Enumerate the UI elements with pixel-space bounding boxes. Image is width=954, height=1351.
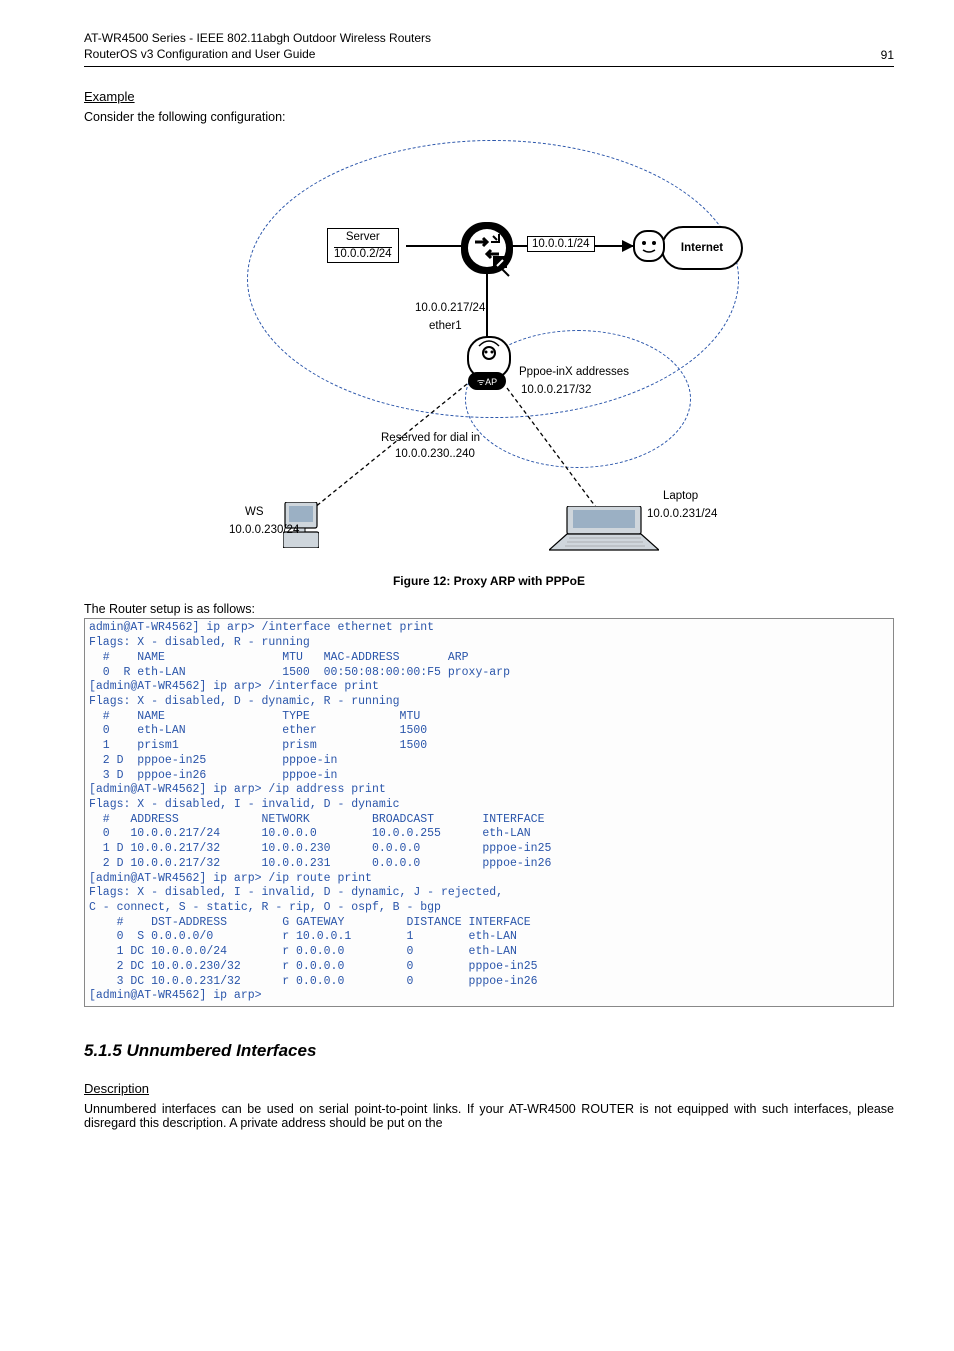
ap-badge: ᯤAP [468,372,506,390]
header-line1: AT-WR4500 Series - IEEE 802.11abgh Outdo… [84,31,431,45]
server-label: Server [346,231,380,243]
reserved-label: Reserved for dial in [381,432,480,444]
trunk-ip: 10.0.0.217/24 [415,302,485,314]
follows-text: The Router setup is as follows: [84,602,894,616]
net-ip-box: 10.0.0.1/24 [527,236,595,252]
laptop-icon [549,506,659,552]
ws-ip: 10.0.0.230/24 [229,524,299,536]
figure-caption: Figure 12: Proxy ARP with PPPoE [84,574,894,588]
page-number: 91 [881,48,894,62]
description-heading: Description [84,1081,894,1096]
internet-label: Internet [681,242,723,254]
ws-name: WS [245,506,264,518]
header-rule [84,66,894,67]
reserved-ip: 10.0.0.230..240 [395,448,475,460]
net-ip: 10.0.0.1/24 [532,238,590,250]
page-header: AT-WR4500 Series - IEEE 802.11abgh Outdo… [84,30,894,62]
laptop-name: Laptop [663,490,698,502]
globe-icon [633,230,665,262]
code-listing: admin@AT-WR4562] ip arp> /interface ethe… [84,618,894,1007]
router-icon [461,222,513,274]
internet-cloud: Internet [661,226,743,270]
ether1-label: ether1 [429,320,462,332]
laptop-ip: 10.0.0.231/24 [647,508,717,520]
description-body: Unnumbered interfaces can be used on ser… [84,1102,894,1130]
example-heading: Example [84,89,894,104]
example-intro: Consider the following configuration: [84,110,894,124]
wifi-ap-icon: ᯤAP [477,375,497,388]
subsection-heading: 5.1.5 Unnumbered Interfaces [84,1041,894,1061]
server-ip: 10.0.0.2/24 [334,248,392,260]
figure-proxy-arp: Server 10.0.0.2/24 [84,134,894,564]
pppoe-ip: 10.0.0.217/32 [521,384,591,396]
header-line2: RouterOS v3 Configuration and User Guide [84,47,315,61]
pppoe-label: Pppoe-inX addresses [519,366,629,378]
server-box: Server 10.0.0.2/24 [327,228,399,263]
